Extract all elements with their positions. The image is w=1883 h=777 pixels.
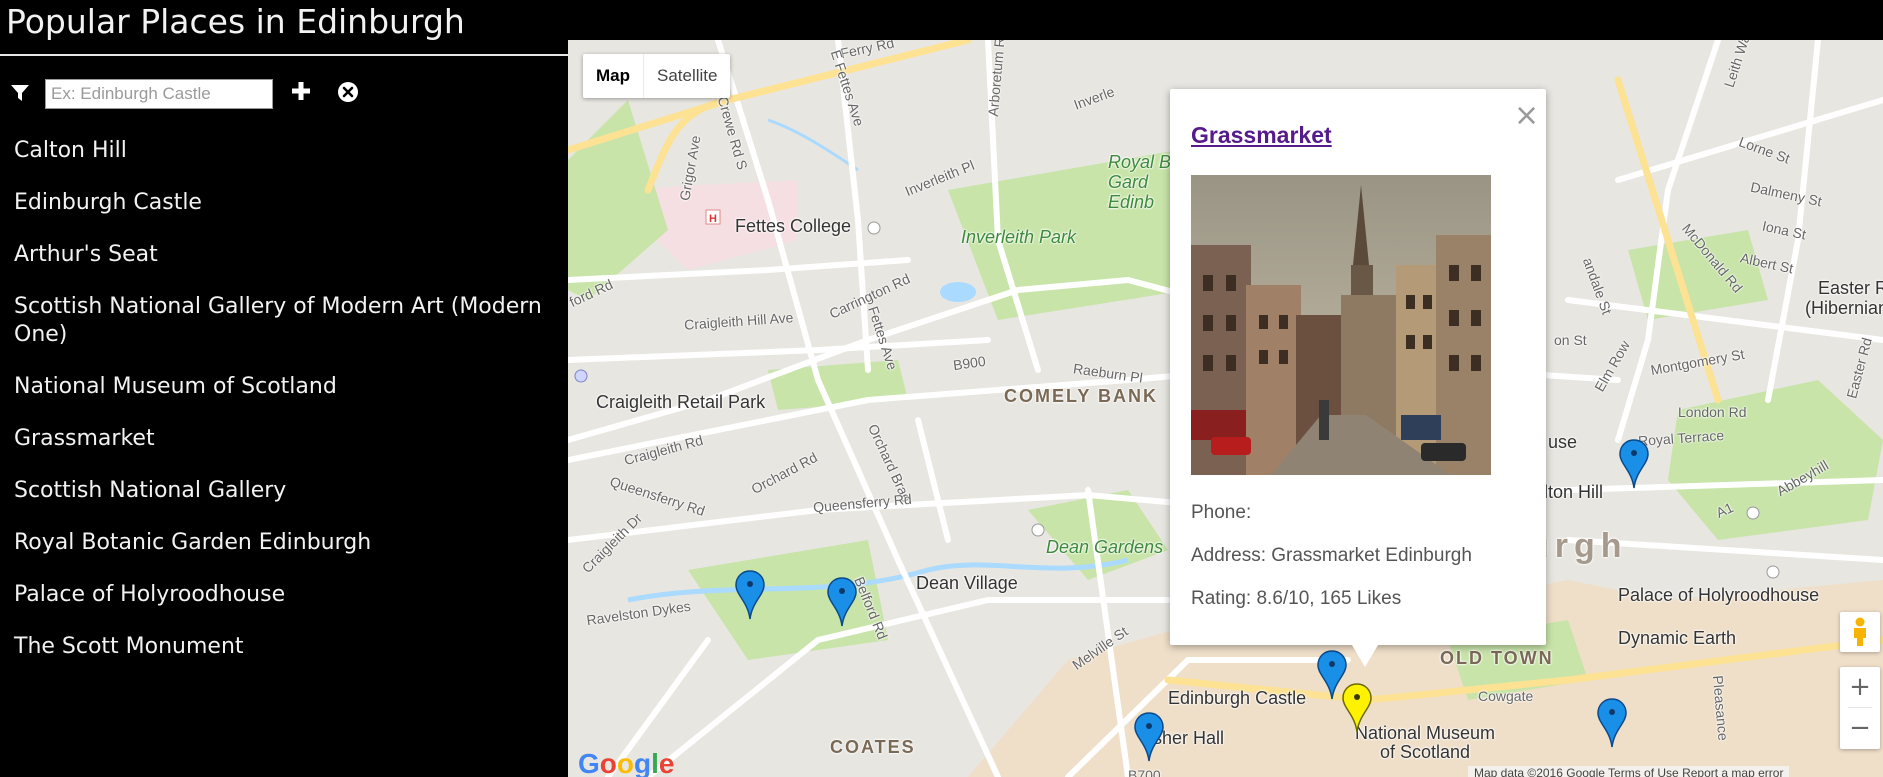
place-list-item[interactable]: Scottish National Gallery [14, 477, 554, 505]
zoom-in-button[interactable]: + [1840, 667, 1880, 707]
map-type-control: Map Satellite [583, 54, 731, 98]
map-marker[interactable] [1134, 712, 1164, 762]
map-label: Palace of Holyroodhouse [1618, 585, 1820, 605]
map-label: Inverleith Park [961, 227, 1077, 247]
info-window: × Grassmarket Phone: Address: Grassmarke… [1170, 89, 1546, 667]
place-list-item[interactable]: Calton Hill [14, 137, 554, 165]
place-list-item[interactable]: National Museum of Scotland [14, 373, 554, 401]
divider [0, 54, 568, 56]
map-marker[interactable] [1597, 698, 1627, 748]
map-label: National Museum of Scotland [1354, 723, 1496, 762]
map-marker[interactable] [827, 577, 857, 627]
map-marker[interactable] [735, 570, 765, 620]
place-list-item[interactable]: Grassmarket [14, 425, 554, 453]
map-label: Dynamic Earth [1618, 628, 1737, 648]
map-label: Edinburgh Castle [1168, 688, 1307, 708]
app-title: Popular Places in Edinburgh [6, 2, 465, 41]
app-header: Popular Places in Edinburgh [0, 0, 1883, 41]
svg-text:H: H [709, 213, 717, 225]
map-label: COMELY BANK [1004, 386, 1159, 406]
map-label: Easter R (Hibernian [1804, 278, 1883, 318]
map-label: Craigleith Retail Park [596, 392, 766, 412]
map-label: London Rd [1678, 404, 1747, 420]
place-list-item[interactable]: Edinburgh Castle [14, 189, 554, 217]
map-label: Cowgate [1478, 688, 1534, 704]
place-list-item[interactable]: Royal Botanic Garden Edinburgh [14, 529, 554, 557]
map-label: Dean Gardens [1046, 537, 1164, 557]
map-label: Fettes College [735, 216, 852, 236]
close-icon[interactable]: × [1514, 101, 1539, 131]
zoom-out-button[interactable]: − [1840, 708, 1880, 748]
map-label: use [1548, 432, 1578, 452]
sidebar: Calton Hill Edinburgh Castle Arthur's Se… [0, 40, 568, 777]
filter-input[interactable] [45, 79, 273, 109]
place-photo [1191, 175, 1491, 475]
map[interactable]: H Ferry Rd Crewe Rd S E Fettes Ave Arbor… [568, 40, 1883, 777]
google-logo: Google [578, 748, 674, 777]
map-label: OLD TOWN [1440, 648, 1554, 668]
info-window-address: Address: Grassmarket Edinburgh [1191, 545, 1472, 566]
map-marker[interactable] [1619, 439, 1649, 489]
google-logo-letter: l [651, 748, 659, 777]
google-logo-letter: e [658, 748, 675, 777]
info-window-title-link[interactable]: Grassmarket [1191, 122, 1332, 149]
place-list-item[interactable]: The Scott Monument [14, 633, 554, 661]
map-type-map-button[interactable]: Map [583, 54, 643, 98]
info-window-rating: Rating: 8.6/10, 165 Likes [1191, 588, 1402, 609]
google-logo-letter: g [634, 748, 652, 777]
map-label: lton Hill [1544, 482, 1604, 502]
map-label: Dean Village [916, 573, 1018, 593]
map-label: B700 [1128, 767, 1161, 777]
map-label: COATES [830, 737, 916, 757]
map-type-satellite-button[interactable]: Satellite [643, 54, 730, 98]
google-logo-letter: o [599, 748, 617, 777]
google-logo-letter: G [578, 748, 600, 777]
plus-icon[interactable] [290, 80, 312, 102]
close-circle-icon[interactable] [337, 81, 359, 103]
filter-icon [11, 85, 29, 101]
place-list-item[interactable]: Scottish National Gallery of Modern Art … [14, 293, 554, 349]
info-window-phone: Phone: [1191, 502, 1252, 523]
place-list-item[interactable]: Palace of Holyroodhouse [14, 581, 554, 609]
pegman-icon [1854, 617, 1866, 646]
place-list: Calton Hill Edinburgh Castle Arthur's Se… [14, 137, 554, 685]
info-window-tail [1352, 645, 1378, 667]
map-label: on St [1554, 332, 1587, 348]
map-attribution[interactable]: Map data ©2016 Google Terms of Use Repor… [1468, 766, 1790, 777]
street-view-button[interactable] [1840, 612, 1880, 652]
map-marker-selected[interactable] [1342, 683, 1372, 733]
place-list-item[interactable]: Arthur's Seat [14, 241, 554, 269]
zoom-control: + − [1840, 667, 1880, 749]
google-logo-letter: o [616, 748, 634, 777]
